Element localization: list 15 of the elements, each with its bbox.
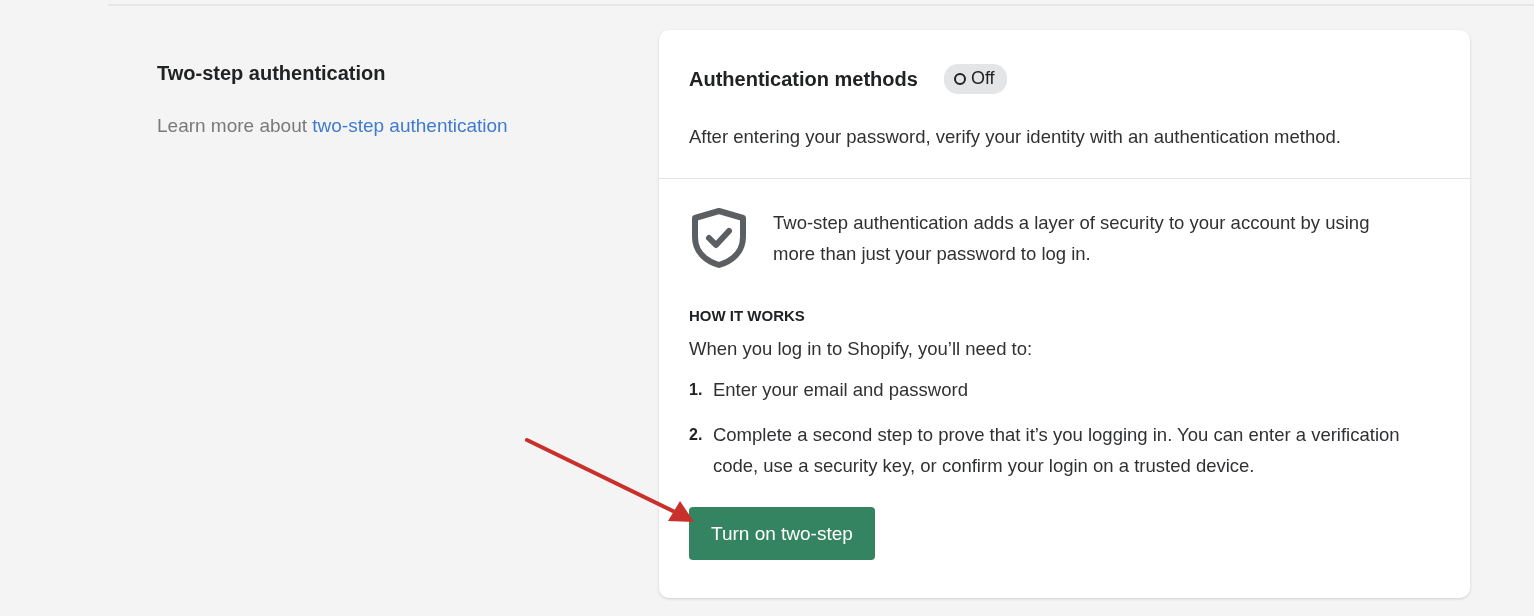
step-number: 2. <box>689 425 704 445</box>
step-text: Complete a second step to prove that it’s you logging in. You can enter a verification code, use a security key, or confirm your login on a trusted device. <box>712 423 1401 478</box>
learn-more-link[interactable]: two-step authentication <box>312 115 508 136</box>
lead-text: When you log in to Shopify, you’ll need to: <box>689 338 1034 360</box>
step-number: 1. <box>689 380 704 400</box>
status-badge: Off <box>943 64 1007 94</box>
shield-check-icon <box>689 207 749 269</box>
learn-more-text: Learn more about two-step authentication <box>157 115 509 137</box>
step-text: Enter your email and password <box>712 378 969 402</box>
how-it-works-heading: HOW IT WORKS <box>689 307 806 324</box>
card-description: After entering your password, verify your identity with an authentication method. <box>689 126 1342 148</box>
card-title: Authentication methods <box>689 67 918 91</box>
section-title: Two-step authentication <box>157 62 387 85</box>
intro-text: Two-step authentication adds a layer of security to your account by using more than just your password to log in. <box>773 211 1371 266</box>
turn-on-button[interactable]: Turn on two-step <box>689 507 875 560</box>
